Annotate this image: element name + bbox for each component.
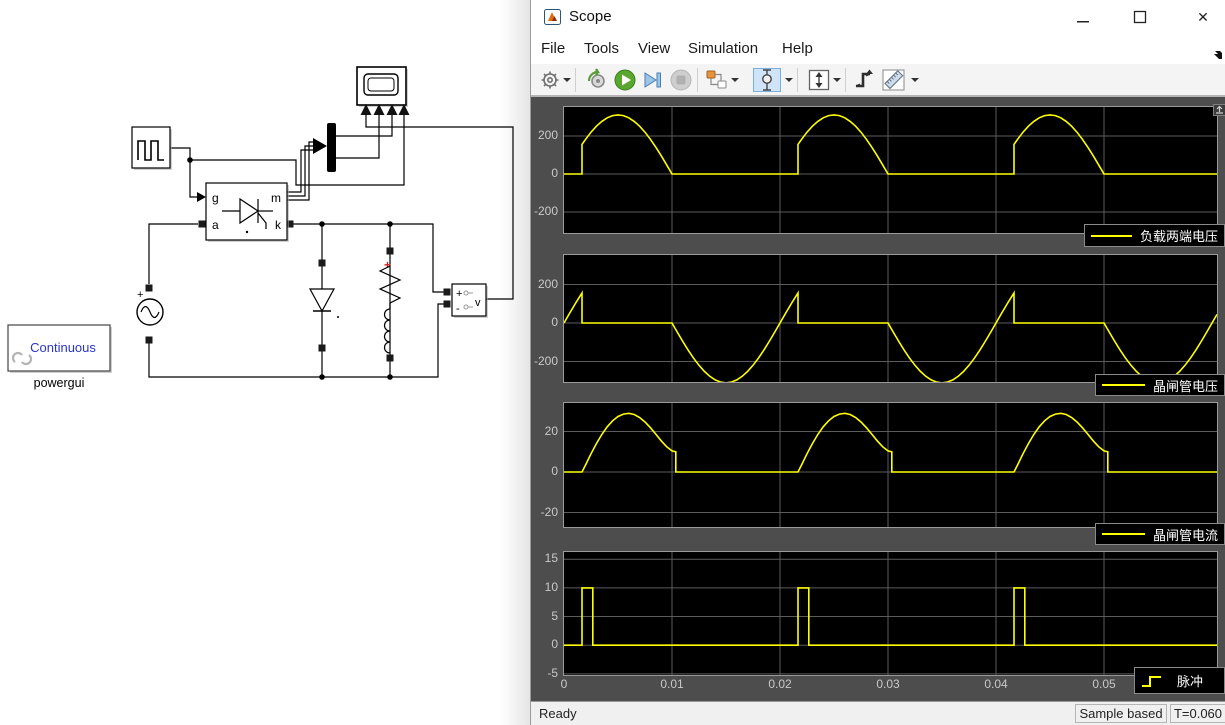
legend-line-sample bbox=[1091, 234, 1132, 237]
demux-input-arrow bbox=[313, 138, 327, 154]
y-tick-label: 20 bbox=[544, 423, 558, 438]
measurements-caret[interactable] bbox=[911, 78, 919, 82]
pulse-generator-block[interactable] bbox=[131, 126, 172, 170]
y-tick-label: 0 bbox=[551, 637, 558, 652]
minimize-button[interactable] bbox=[1076, 8, 1102, 26]
y-tick-label: 0 bbox=[551, 315, 558, 329]
legend-line-sample bbox=[1102, 533, 1145, 535]
legend-label: 脉冲 bbox=[1177, 674, 1204, 689]
thyristor-block[interactable]: g m a k bbox=[205, 182, 289, 242]
x-tick-label: 0.04 bbox=[984, 677, 1008, 691]
menu-tools[interactable]: Tools bbox=[584, 40, 619, 57]
legend-load-voltage[interactable]: 负载两端电压 bbox=[1084, 224, 1225, 247]
voltage-measurement-block[interactable]: + - v bbox=[451, 283, 488, 318]
trigger-icon[interactable] bbox=[853, 68, 877, 92]
vm-minus: - bbox=[456, 303, 460, 315]
powergui-label: powergui bbox=[34, 376, 85, 390]
y-tick-label: 200 bbox=[537, 276, 558, 291]
gate-wire-arrow bbox=[197, 192, 206, 202]
legend-label: 负载两端电压 bbox=[1139, 229, 1218, 244]
close-button[interactable]: ✕ bbox=[1190, 8, 1216, 26]
legend-thyristor-current[interactable]: 晶闸管电流 bbox=[1095, 523, 1225, 545]
plot-axes-0[interactable] bbox=[563, 106, 1218, 234]
y-tick-label: 0 bbox=[551, 166, 558, 180]
step-forward-icon[interactable] bbox=[641, 68, 665, 92]
settings-dropdown-caret[interactable] bbox=[563, 78, 571, 82]
powergui-continuous-text: Continuous bbox=[30, 340, 96, 355]
diode-symbol-icon bbox=[308, 288, 336, 313]
status-ready: Ready bbox=[539, 706, 577, 721]
legend-label: 晶闸管电流 bbox=[1152, 527, 1218, 543]
measurements-ruler-icon[interactable] bbox=[881, 68, 907, 92]
waveform-load_voltage bbox=[564, 114, 1217, 175]
signal-selector-caret[interactable] bbox=[731, 78, 739, 82]
y-tick-label: -200 bbox=[533, 204, 558, 218]
x-tick-label: 0 bbox=[560, 677, 568, 691]
statusbar: Ready Sample based T=0.060 bbox=[531, 701, 1225, 725]
inductor-icon bbox=[383, 308, 391, 354]
x-tick-label: 0.05 bbox=[1092, 677, 1116, 691]
y-tick-label: 0 bbox=[551, 464, 558, 478]
settings-gear-icon[interactable] bbox=[539, 68, 561, 92]
vm-v-label: v bbox=[475, 297, 481, 309]
y-tick-label: 5 bbox=[551, 608, 558, 623]
menu-help[interactable]: Help bbox=[782, 40, 813, 57]
signal-selector-icon[interactable] bbox=[705, 68, 729, 92]
scope-block[interactable] bbox=[356, 66, 410, 115]
status-sample-mode: Sample based bbox=[1075, 704, 1167, 723]
plots-region: 200 0 -200 200 0 -200 20 0 -20 15 10 5 0 -5 0 0.01 0.02 0… bbox=[531, 97, 1225, 701]
rlc-plus-sign: + bbox=[384, 258, 391, 272]
maximize-button[interactable] bbox=[1133, 8, 1159, 26]
legend-line-sample bbox=[1102, 384, 1145, 386]
simulink-canvas: g m a k + + + - v Continuous powergui bbox=[0, 0, 530, 725]
legend-step-icon bbox=[1142, 675, 1161, 687]
y-tick-label: 200 bbox=[537, 128, 558, 142]
menu-simulation[interactable]: Simulation bbox=[688, 40, 758, 57]
panel-expand-icon[interactable] bbox=[1213, 104, 1225, 116]
scope-window: Scope ✕ File Tools View Simulation Help bbox=[530, 0, 1225, 725]
y-tick-label: 15 bbox=[544, 551, 558, 566]
waveform-thyristor_voltage bbox=[564, 290, 1217, 382]
thyristor-port-k: k bbox=[275, 218, 282, 232]
thyristor-port-a: a bbox=[212, 218, 219, 232]
legend-pulse[interactable]: 脉冲 bbox=[1134, 667, 1225, 694]
menu-file[interactable]: File bbox=[541, 40, 565, 57]
source-plus-sign: + bbox=[137, 289, 143, 301]
stop-icon[interactable] bbox=[669, 68, 693, 92]
thyristor-port-g: g bbox=[212, 191, 219, 205]
span-caret[interactable] bbox=[833, 78, 841, 82]
toolbar bbox=[531, 64, 1225, 97]
scope-app-icon bbox=[544, 9, 561, 25]
plot-axes-2[interactable] bbox=[563, 402, 1218, 528]
x-tick-label: 0.03 bbox=[876, 677, 900, 691]
vm-plus: + bbox=[456, 288, 462, 300]
menu-view[interactable]: View bbox=[638, 40, 670, 57]
diode-block[interactable] bbox=[308, 288, 339, 318]
window-title: Scope bbox=[569, 8, 612, 25]
thyristor-port-m: m bbox=[271, 191, 281, 205]
x-tick-label: 0.01 bbox=[660, 677, 684, 691]
port-squares bbox=[145, 220, 451, 362]
y-tick-label: 10 bbox=[544, 579, 558, 594]
status-sim-time: T=0.060 bbox=[1170, 704, 1225, 723]
powergui-block[interactable]: Continuous powergui bbox=[7, 324, 112, 390]
ac-voltage-source-block[interactable]: + bbox=[136, 289, 164, 326]
cursor-measurements-caret[interactable] bbox=[785, 78, 793, 82]
update-diagram-icon[interactable] bbox=[585, 68, 609, 92]
menubar-overflow-arrow[interactable] bbox=[1213, 50, 1223, 60]
demux-block[interactable] bbox=[327, 123, 336, 172]
cursor-measurements-icon[interactable] bbox=[753, 68, 781, 92]
y-tick-label: -20 bbox=[540, 504, 558, 519]
titlebar: Scope ✕ bbox=[531, 0, 1225, 34]
y-tick-label: -200 bbox=[533, 353, 558, 368]
waveform-thyristor_current bbox=[564, 412, 1217, 473]
menubar: File Tools View Simulation Help bbox=[531, 34, 1225, 64]
x-tick-label: 0.02 bbox=[768, 677, 792, 691]
plot-axes-1[interactable] bbox=[563, 254, 1218, 383]
run-icon[interactable] bbox=[613, 68, 637, 92]
plot-axes-3[interactable] bbox=[563, 551, 1218, 676]
legend-thyristor-voltage[interactable]: 晶闸管电压 bbox=[1095, 374, 1225, 396]
span-icon[interactable] bbox=[807, 68, 831, 92]
legend-label: 晶闸管电压 bbox=[1152, 378, 1218, 394]
